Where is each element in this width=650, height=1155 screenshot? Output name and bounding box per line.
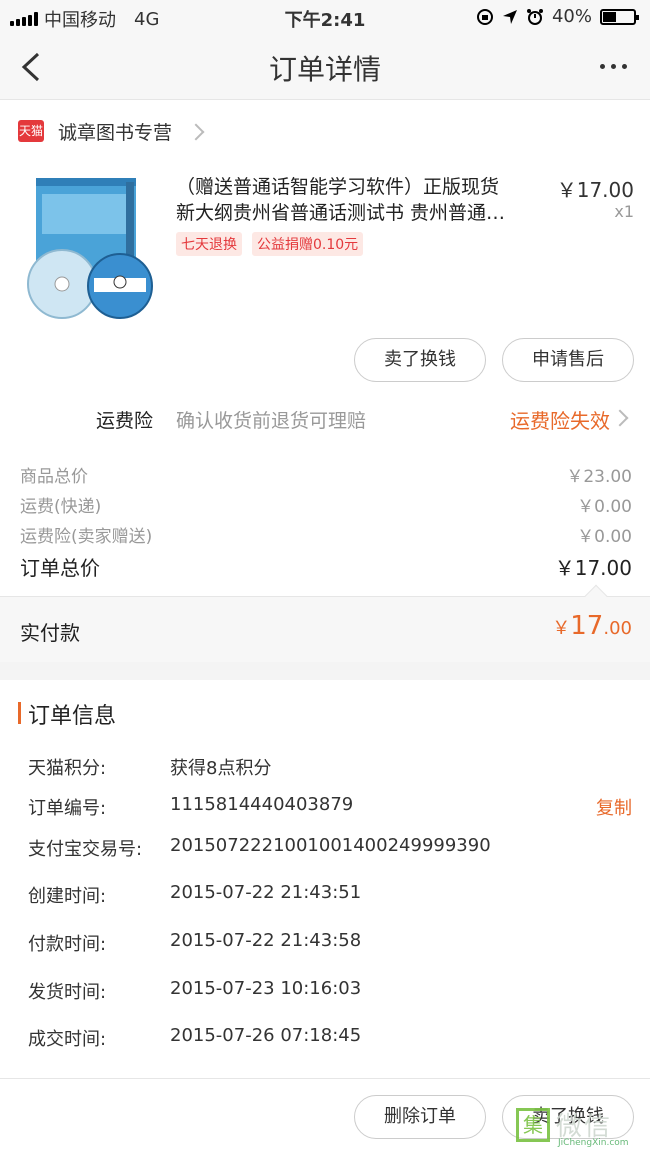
paid-integer: 17 xyxy=(570,611,604,641)
chevron-right-icon xyxy=(187,123,205,141)
info-key: 天猫积分: xyxy=(28,758,107,779)
info-key: 成交时间: xyxy=(28,1029,107,1050)
info-value: 2015-07-22 21:43:51 xyxy=(170,882,362,903)
info-key: 创建时间: xyxy=(28,886,107,907)
summary-label: 运费险(卖家赠送) xyxy=(20,527,153,547)
alarm-icon xyxy=(526,8,543,25)
product-quantity: x1 xyxy=(614,202,634,221)
paid-currency: ￥ xyxy=(552,618,571,639)
product-title-line-2: 新大纲贵州省普通话测试书 贵州普通… xyxy=(176,202,506,224)
paid-amount: ￥17.00 xyxy=(552,611,632,641)
order-info-title: 订单信息 xyxy=(28,704,117,729)
tmall-logo-icon: 天猫 xyxy=(18,120,44,142)
rotation-lock-icon xyxy=(476,8,493,25)
price-summary: 商品总价 ￥23.00 运费(快递) ￥0.00 运费险(卖家赠送) ￥0.00… xyxy=(0,450,650,596)
shipping-insurance-row[interactable]: 运费险 确认收货前退货可理赔 运费险失效 xyxy=(0,386,650,450)
store-row[interactable]: 天猫 诚章图书专营 xyxy=(0,100,650,162)
info-key: 付款时间: xyxy=(28,934,107,955)
product-price: ￥17.00 xyxy=(556,178,634,202)
more-menu-icon[interactable] xyxy=(600,56,630,76)
summary-label: 商品总价 xyxy=(20,467,88,487)
battery-icon xyxy=(600,8,639,25)
chevron-right-icon xyxy=(611,409,629,427)
paid-label: 实付款 xyxy=(20,621,80,645)
delete-order-button[interactable]: 删除订单 xyxy=(354,1095,486,1139)
order-total-value: ￥17.00 xyxy=(554,556,632,580)
summary-value: ￥0.00 xyxy=(577,527,632,547)
info-value: 2015-07-23 10:16:03 xyxy=(170,978,362,999)
product-card[interactable]: （赠送普通话智能学习软件）正版现货 新大纲贵州省普通话测试书 贵州普通… ￥17… xyxy=(0,162,650,386)
product-title-line-1: （赠送普通话智能学习软件）正版现货 xyxy=(176,176,500,198)
info-value: 2015-07-26 07:18:45 xyxy=(170,1025,362,1046)
summary-value: ￥23.00 xyxy=(566,467,632,487)
section-accent-bar xyxy=(18,702,21,724)
info-key: 发货时间: xyxy=(28,982,107,1003)
page-title: 订单详情 xyxy=(268,53,381,86)
watermark-logo: 集 微信 JiChengXin.com xyxy=(514,1106,642,1150)
summary-row: 运费(快递) ￥0.00 xyxy=(20,492,632,517)
sell-for-cash-button[interactable]: 卖了换钱 xyxy=(354,338,486,382)
product-title[interactable]: （赠送普通话智能学习软件）正版现货 新大纲贵州省普通话测试书 贵州普通… xyxy=(176,174,548,226)
order-total-row: 订单总价 ￥17.00 xyxy=(20,552,632,581)
order-total-label: 订单总价 xyxy=(20,556,100,580)
summary-label: 运费(快递) xyxy=(20,497,102,517)
battery-percent: 40% xyxy=(551,6,592,27)
info-value: 2015072221001001400249999390 xyxy=(170,835,491,856)
info-value: 获得8点积分 xyxy=(170,758,272,779)
after-sale-button[interactable]: 申请售后 xyxy=(502,338,634,382)
order-info-section: 订单信息 天猫积分: 获得8点积分 订单编号: 1115814440403879… xyxy=(0,680,650,1078)
insurance-desc: 确认收货前退货可理赔 xyxy=(176,410,367,432)
tag-seven-day-return: 七天退换 xyxy=(176,232,242,256)
copy-button[interactable]: 复制 xyxy=(596,794,632,820)
actual-payment-row: 实付款 ￥17.00 xyxy=(0,584,650,662)
summary-row: 商品总价 ￥23.00 xyxy=(20,462,632,487)
status-bar: 中国移动 4G 下午2:41 40% xyxy=(0,0,650,34)
info-key: 支付宝交易号: xyxy=(28,839,143,860)
summary-value: ￥0.00 xyxy=(577,497,632,517)
store-name[interactable]: 诚章图书专营 xyxy=(58,118,172,145)
summary-row: 运费险(卖家赠送) ￥0.00 xyxy=(20,522,632,547)
watermark-url: JiChengXin.com xyxy=(558,1138,629,1148)
location-arrow-icon xyxy=(502,9,517,24)
tag-charity: 公益捐赠0.10元 xyxy=(252,232,364,256)
insurance-label: 运费险 xyxy=(96,410,154,432)
nav-bar: 订单详情 xyxy=(0,34,650,100)
watermark-mark: 集 xyxy=(516,1108,550,1142)
info-key: 订单编号: xyxy=(28,798,107,819)
paid-decimal: .00 xyxy=(603,618,632,639)
product-thumbnail[interactable] xyxy=(22,174,162,324)
info-value: 2015-07-22 21:43:58 xyxy=(170,930,362,951)
info-value: 1115814440403879 xyxy=(170,794,354,815)
status-right: 40% xyxy=(476,6,639,27)
insurance-status[interactable]: 运费险失效 xyxy=(510,405,610,434)
product-tags: 七天退换 公益捐赠0.10元 xyxy=(176,232,364,256)
